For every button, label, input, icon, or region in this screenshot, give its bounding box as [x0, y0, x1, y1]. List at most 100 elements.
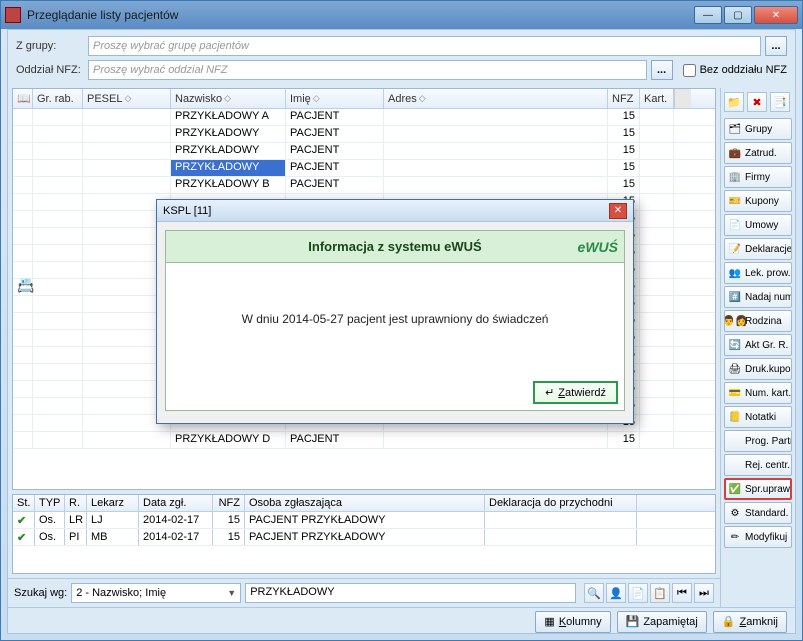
grid-header: 📖 Gr. rab. PESEL◇ Nazwisko◇ Imię◇ Adres◇…	[13, 89, 715, 109]
search-tool-1[interactable]: 🔍	[584, 583, 604, 603]
search-mode-value: 2 - Nazwisko; Imię	[76, 587, 166, 599]
side-nadajnum[interactable]: #️⃣Nadaj num.	[724, 286, 792, 308]
side-rejcentr[interactable]: Rej. centr.	[724, 454, 792, 476]
search-mode-combo[interactable]: 2 - Nazwisko; Imię ▼	[71, 583, 241, 603]
side-grupy[interactable]: 🗂Grupy	[724, 118, 792, 140]
side-zatrud[interactable]: 💼Zatrud.	[724, 142, 792, 164]
refresh-icon: 🔄	[728, 338, 742, 352]
col2-typ[interactable]: TYP	[35, 495, 65, 511]
table-row[interactable]: PRZYKŁADOWYPACJENT15	[13, 143, 715, 160]
check-icon: ✅	[728, 482, 742, 496]
col2-osoba[interactable]: Osoba zgłaszająca	[245, 495, 485, 511]
nfz-label: Oddział NFZ:	[16, 64, 84, 76]
table-row[interactable]: PRZYKŁADOWYPACJENT15	[13, 126, 715, 143]
search-tool-2[interactable]: 👤	[606, 583, 626, 603]
side-icon-copy-icon[interactable]: 📑	[770, 92, 790, 112]
arrow-icon: ↵	[545, 386, 554, 399]
search-tool-3[interactable]: 📄	[628, 583, 648, 603]
nfz-input[interactable]: Proszę wybrać oddział NFZ	[88, 60, 647, 80]
dialog-title: KSPL [11]	[163, 205, 609, 217]
card-icon: 💳	[728, 386, 742, 400]
col-pesel[interactable]: PESEL◇	[83, 89, 171, 108]
folder-icon: 🗂	[728, 122, 742, 136]
dialog-header: Informacja z systemu eWUŚ	[308, 239, 481, 254]
col-adres[interactable]: Adres◇	[384, 89, 608, 108]
zapamietaj-button[interactable]: 💾Zapamiętaj	[617, 611, 707, 633]
col2-st[interactable]: St.	[13, 495, 35, 511]
maximize-button[interactable]: ▢	[724, 6, 752, 24]
declarations-grid[interactable]: St. TYP R. Lekarz Data zgł. NFZ Osoba zg…	[12, 494, 716, 574]
no-nfz-checkbox-label: Bez oddziału NFZ	[700, 64, 787, 76]
group-label: Z grupy:	[16, 40, 84, 52]
col2-r[interactable]: R.	[65, 495, 87, 511]
side-firmy[interactable]: 🏢Firmy	[724, 166, 792, 188]
side-icon-delete-icon[interactable]: ✖	[747, 92, 767, 112]
number-icon: #️⃣	[728, 290, 742, 304]
minimize-button[interactable]: —	[694, 6, 722, 24]
nfz-browse-button[interactable]: ...	[651, 60, 673, 80]
side-drukkupon[interactable]: 🖨Druk.kupon	[724, 358, 792, 380]
dialog-close-button[interactable]: ✕	[609, 203, 627, 219]
book-marker-icon: 📇	[17, 277, 34, 294]
side-kupony[interactable]: 🎫Kupony	[724, 190, 792, 212]
search-tool-4[interactable]: 📋	[650, 583, 670, 603]
titlebar: Przeglądanie listy pacjentów — ▢ ✕	[1, 1, 802, 29]
edit-icon: ✏	[728, 530, 742, 544]
col2-lekarz[interactable]: Lekarz	[87, 495, 139, 511]
no-nfz-checkbox-input[interactable]	[683, 64, 696, 77]
sidebar: 📁 ✖ 📑 🗂Grupy 💼Zatrud. 🏢Firmy 🎫Kupony 📄Um…	[720, 88, 795, 607]
col-kart[interactable]: Kart.	[640, 89, 674, 108]
zamknij-button[interactable]: 🔒Zamknij	[713, 611, 787, 633]
grid-vscroll[interactable]	[674, 89, 691, 108]
col-book-icon[interactable]: 📖	[13, 89, 33, 108]
ticket-icon: 🎫	[728, 194, 742, 208]
col2-dekl[interactable]: Deklaracja do przychodni	[485, 495, 637, 511]
table-row[interactable]: PRZYKŁADOWY APACJENT15	[13, 109, 715, 126]
search-tool-6[interactable]: ⏭	[694, 583, 714, 603]
lock-icon: 🔒	[722, 615, 736, 628]
chevron-down-icon: ▼	[227, 588, 236, 598]
side-rodzina[interactable]: 👨‍👩Rodzina	[724, 310, 792, 332]
no-nfz-checkbox[interactable]: Bez oddziału NFZ	[683, 64, 787, 77]
grid-icon: ▦	[544, 615, 554, 628]
group-placeholder: Proszę wybrać grupę pacjentów	[93, 40, 249, 52]
search-tool-5[interactable]: ⏮	[672, 583, 692, 603]
zatwierdz-button[interactable]: ↵Zatwierdź	[533, 381, 618, 404]
col-nfz[interactable]: NFZ	[608, 89, 640, 108]
side-icon-folder-icon[interactable]: 📁	[724, 92, 744, 112]
side-deklaracje[interactable]: 📝Deklaracje	[724, 238, 792, 260]
side-modyfikuj[interactable]: ✏Modyfikuj	[724, 526, 792, 548]
side-notatki[interactable]: 📒Notatki	[724, 406, 792, 428]
col-grrab[interactable]: Gr. rab.	[33, 89, 83, 108]
side-lekprow[interactable]: 👥Lek. prow.	[724, 262, 792, 284]
side-umowy[interactable]: 📄Umowy	[724, 214, 792, 236]
col-imie[interactable]: Imię◇	[286, 89, 384, 108]
ewus-dialog: KSPL [11] ✕ Informacja z systemu eWUŚ eW…	[156, 199, 634, 424]
table-row[interactable]: PRZYKŁADOWY DPACJENT15	[13, 432, 715, 449]
kolumny-button[interactable]: ▦Kolumny	[535, 611, 610, 633]
side-sprupraw[interactable]: ✅Spr.upraw.	[724, 478, 792, 500]
dialog-message: W dniu 2014-05-27 pacjent jest uprawnion…	[166, 263, 624, 375]
side-aktgrr[interactable]: 🔄Akt Gr. R.	[724, 334, 792, 356]
form-icon: 📝	[728, 242, 742, 256]
col-nazwisko[interactable]: Nazwisko◇	[171, 89, 286, 108]
search-label: Szukaj wg:	[14, 587, 67, 599]
building-icon: 🏢	[728, 170, 742, 184]
briefcase-icon: 💼	[728, 146, 742, 160]
close-button[interactable]: ✕	[754, 6, 798, 24]
group-input[interactable]: Proszę wybrać grupę pacjentów	[88, 36, 761, 56]
table-row[interactable]: PRZYKŁADOWYPACJENT15	[13, 160, 715, 177]
side-progpartn[interactable]: Prog. Partn.	[724, 430, 792, 452]
side-numkart[interactable]: 💳Num. kart.	[724, 382, 792, 404]
group-browse-button[interactable]: ...	[765, 36, 787, 56]
side-standard[interactable]: ⚙Standard.	[724, 502, 792, 524]
col2-data[interactable]: Data zgł.	[139, 495, 213, 511]
col2-nfz[interactable]: NFZ	[213, 495, 245, 511]
table-row[interactable]: ✔Os.PIMB2014-02-1715PACJENT PRZYKŁADOWY	[13, 529, 715, 546]
app-icon	[5, 7, 21, 23]
family-icon: 👨‍👩	[728, 314, 742, 328]
table-row[interactable]: PRZYKŁADOWY BPACJENT15	[13, 177, 715, 194]
search-input[interactable]: PRZYKŁADOWY	[245, 583, 576, 603]
table-row[interactable]: ✔Os.LRLJ2014-02-1715PACJENT PRZYKŁADOWY	[13, 512, 715, 529]
window-title: Przeglądanie listy pacjentów	[27, 8, 694, 22]
